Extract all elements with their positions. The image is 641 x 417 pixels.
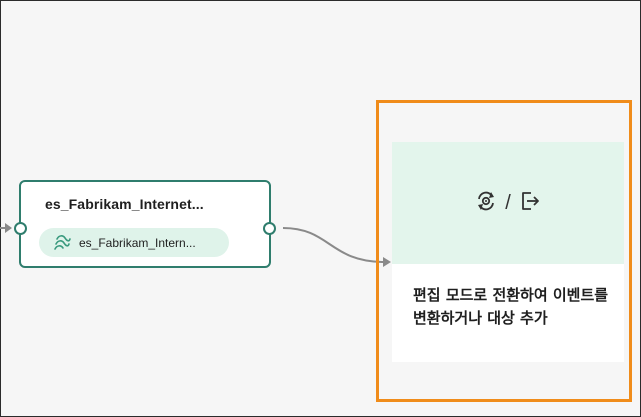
destination-icons: / xyxy=(475,190,541,217)
destination-placeholder-card[interactable]: / 편집 모드로 전환하여 이벤트를 변환하거나 대상 추가 xyxy=(392,142,624,362)
transform-event-icon[interactable] xyxy=(475,190,497,217)
destination-exit-icon[interactable] xyxy=(519,190,541,217)
node-connector-arrow xyxy=(282,227,391,267)
destination-icon-area: / xyxy=(392,142,624,264)
icon-separator: / xyxy=(505,191,511,214)
destination-hint-text: 편집 모드로 전환하여 이벤트를 변환하거나 대상 추가 xyxy=(413,286,609,327)
input-port[interactable] xyxy=(14,222,27,235)
node-title: es_Fabrikam_Internet... xyxy=(45,196,204,212)
chip-label: es_Fabrikam_Intern... xyxy=(79,235,196,250)
source-node-card[interactable]: es_Fabrikam_Internet... es_Fabrikam_Inte… xyxy=(14,180,276,268)
eventstream-icon xyxy=(53,233,73,253)
destination-highlight: / 편집 모드로 전환하여 이벤트를 변환하거나 대상 추가 xyxy=(376,100,632,402)
output-port[interactable] xyxy=(263,222,276,235)
eventstream-chip[interactable]: es_Fabrikam_Intern... xyxy=(39,228,229,257)
incoming-arrow xyxy=(0,223,12,233)
